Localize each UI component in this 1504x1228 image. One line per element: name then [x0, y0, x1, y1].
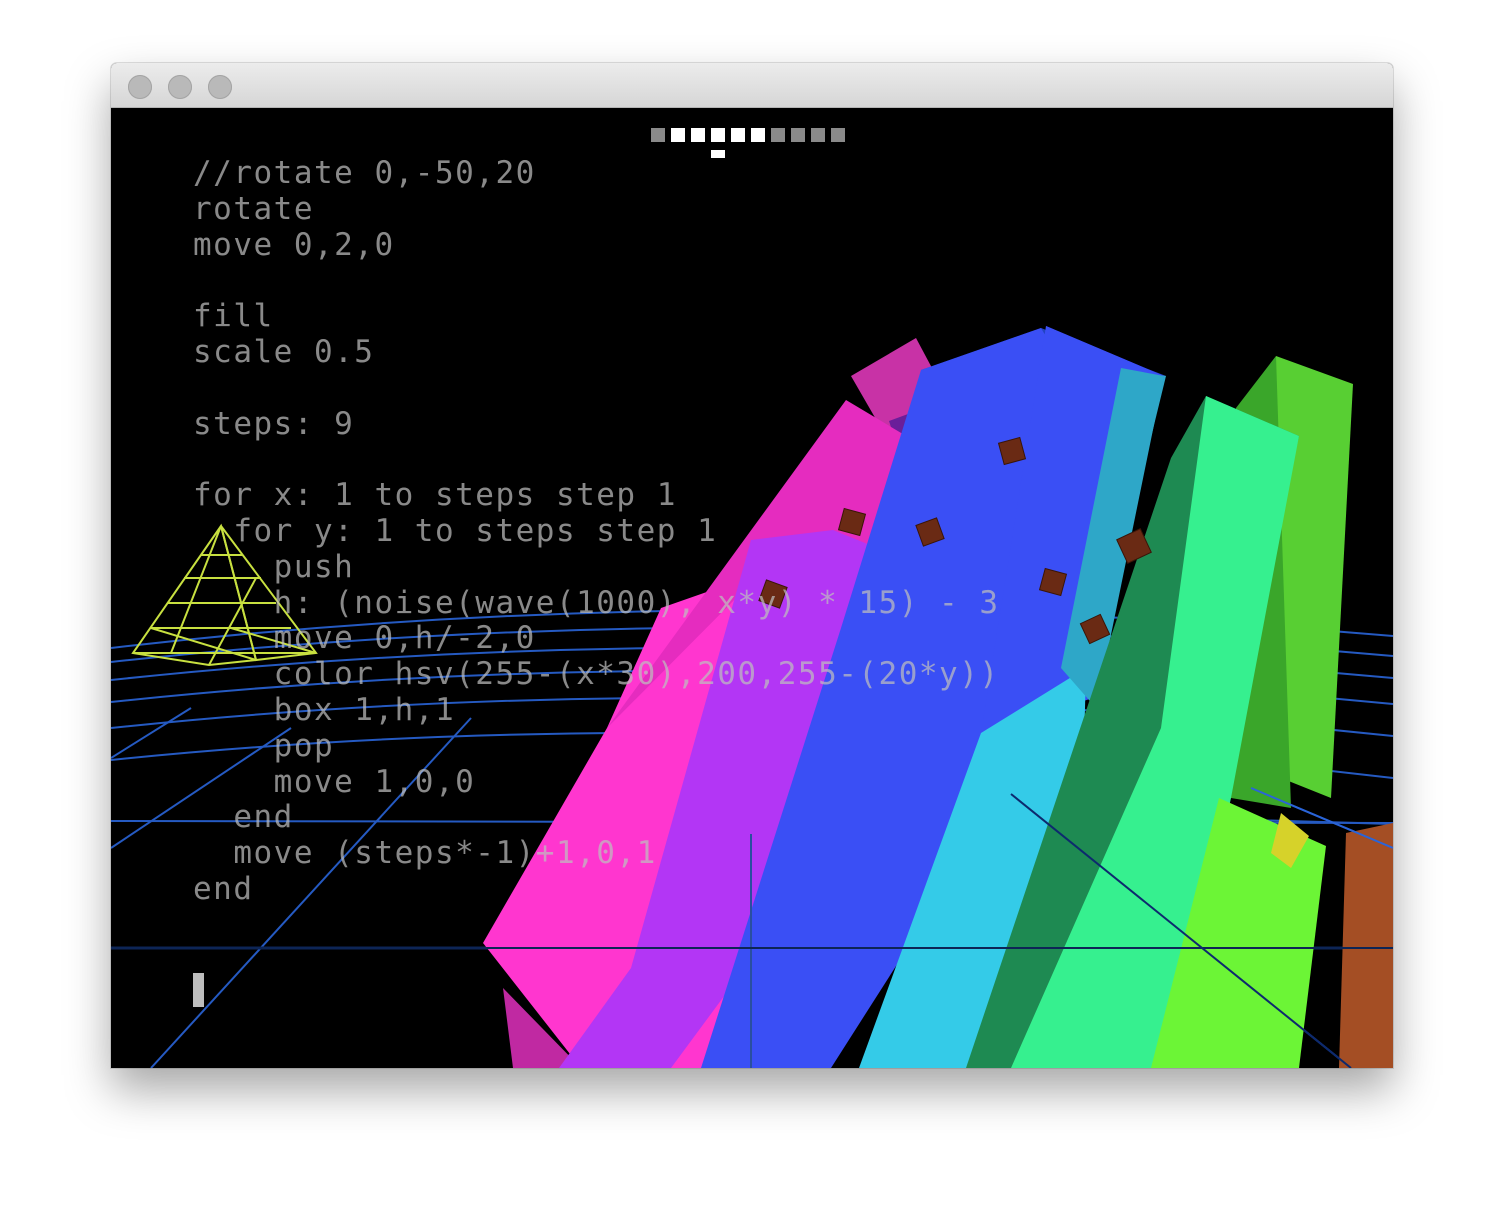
code-line[interactable]: scale 0.5 — [193, 334, 1000, 371]
code-line[interactable]: end — [193, 800, 1000, 836]
indicator-block — [831, 128, 845, 142]
code-line[interactable]: for y: 1 to steps step 1 — [193, 513, 1000, 550]
indicator-block — [751, 128, 765, 142]
indicator-block — [691, 128, 705, 142]
code-line[interactable] — [193, 263, 1000, 299]
render-canvas[interactable]: //rotate 0,-50,20 rotate move 0,2,0 fill sca… — [111, 108, 1393, 1068]
code-line[interactable]: color hsv(255-(x*30),200,255-(20*y)) — [193, 656, 1000, 693]
beat-indicator — [651, 128, 851, 158]
code-line[interactable]: move (steps*-1)+1,0,1 — [193, 835, 1000, 872]
indicator-block — [671, 128, 685, 142]
indicator-block — [771, 128, 785, 142]
code-line[interactable] — [193, 371, 1000, 407]
indicator-block — [811, 128, 825, 142]
code-line[interactable] — [193, 442, 1000, 478]
indicator-block — [651, 128, 665, 142]
code-line[interactable]: move 0,2,0 — [193, 227, 1000, 264]
code-line[interactable]: end — [193, 871, 1000, 908]
code-line[interactable]: rotate — [193, 191, 1000, 228]
close-button[interactable] — [128, 75, 152, 99]
code-line[interactable]: steps: 9 — [193, 406, 1000, 443]
minimize-button[interactable] — [168, 75, 192, 99]
code-editor[interactable]: //rotate 0,-50,20 rotate move 0,2,0 fill sca… — [193, 155, 1000, 908]
title-bar[interactable] — [111, 63, 1393, 108]
code-line[interactable]: box 1,h,1 — [193, 692, 1000, 729]
code-line[interactable]: move 1,0,0 — [193, 764, 1000, 801]
code-line[interactable]: pop — [193, 728, 1000, 765]
code-line[interactable]: push — [193, 549, 1000, 586]
code-line[interactable]: for x: 1 to steps step 1 — [193, 477, 1000, 514]
indicator-block — [731, 128, 745, 142]
app-window: //rotate 0,-50,20 rotate move 0,2,0 fill sca… — [111, 63, 1393, 1068]
zoom-button[interactable] — [208, 75, 232, 99]
indicator-block — [791, 128, 805, 142]
indicator-block — [711, 128, 725, 142]
code-line[interactable]: fill — [193, 298, 1000, 335]
code-line[interactable]: //rotate 0,-50,20 — [193, 155, 1000, 192]
text-cursor — [193, 973, 204, 1007]
code-line[interactable]: h: (noise(wave(1000), x*y) * 15) - 3 — [193, 585, 1000, 622]
code-line[interactable]: move 0,h/-2,0 — [193, 621, 1000, 657]
